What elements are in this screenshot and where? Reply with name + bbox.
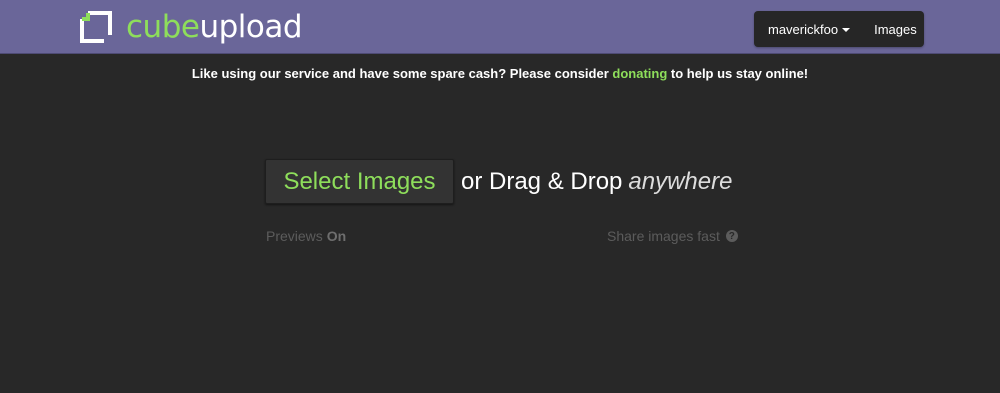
donate-suffix: to help us stay online!	[667, 66, 809, 81]
drag-drop-text: or Drag & Drop	[461, 167, 623, 195]
previews-label: Previews	[266, 228, 323, 244]
nav-images-link[interactable]: Images	[860, 11, 917, 47]
logo-text-cube: cube	[126, 9, 200, 45]
caret-down-icon	[842, 27, 851, 32]
user-nav: maverickfoo Images	[754, 11, 924, 47]
user-menu-label: maverickfoo	[768, 21, 839, 37]
help-icon[interactable]: ?	[725, 230, 738, 242]
site-header: cubeupload maverickfoo Images	[0, 0, 1000, 54]
donate-banner: Like using our service and have some spa…	[0, 66, 1000, 81]
nav-images-label: Images	[874, 21, 917, 37]
drag-drop-anywhere: anywhere	[628, 167, 733, 195]
logo-text-upload: upload	[199, 9, 303, 45]
select-images-button[interactable]: Select Images	[265, 159, 454, 204]
upload-area[interactable]: Select Images or Drag & Drop anywhere	[265, 159, 732, 204]
cube-logo-icon	[78, 9, 114, 45]
donate-link[interactable]: donating	[612, 66, 667, 81]
donate-prefix: Like using our service and have some spa…	[191, 66, 613, 81]
share-text: Share images fast	[607, 228, 720, 244]
site-logo[interactable]: cubeupload	[78, 9, 303, 45]
previews-toggle[interactable]: Previews On	[266, 228, 346, 244]
user-menu-dropdown[interactable]: maverickfoo	[754, 11, 860, 47]
drag-drop-hint: or Drag & Drop anywhere	[461, 168, 732, 196]
previews-state: On	[326, 228, 347, 244]
share-info: Share images fast ?	[607, 228, 738, 244]
logo-text: cubeupload	[126, 9, 303, 45]
